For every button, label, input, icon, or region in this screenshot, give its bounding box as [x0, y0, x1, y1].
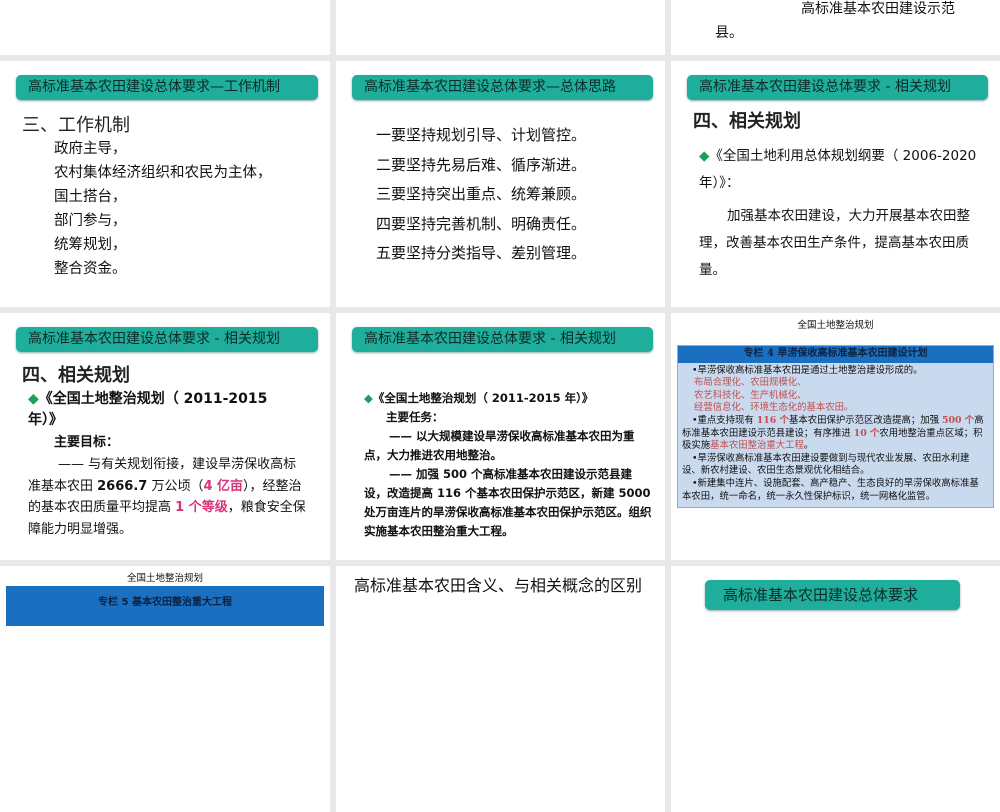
text: 万公顷（ [147, 478, 204, 494]
slide-title: 全国土地整治规划 [797, 320, 874, 331]
bullet: •旱涝保收高标准基本农田建设要做到与现代农业发展、农田水利建设、新农村建设、农田… [682, 452, 970, 477]
slide-title: 高标准基本农田含义、与相关概念的区别 [354, 576, 643, 595]
number: 500 个 [941, 414, 975, 426]
slide-body: 政府主导， 农村集体经济组织和农民为主体， 国土搭台， 部门参与， 统筹规划， … [54, 137, 272, 281]
line: 四要坚持完善机制、明确责任。 [376, 214, 587, 233]
slide-heading: 三、工作机制 [22, 115, 130, 136]
slide-title: 全国土地整治规划 [126, 573, 203, 584]
text: 。 [803, 440, 814, 452]
subheading: 主要目标： [54, 435, 120, 450]
number: 116 个 [756, 414, 789, 426]
highlight: 布局合理化、农田规模化、 [694, 377, 807, 389]
slide-header: 高标准基本农田建设总体要求 - 相关规划 [16, 327, 318, 352]
line: 整合资金。 [54, 261, 127, 277]
line: 统筹规划， [54, 237, 127, 253]
slide-text: 县。 [715, 25, 743, 41]
slide-text: 高标准基本农田建设示范 [801, 1, 955, 17]
slide-header: 高标准基本农田建设总体要求—总体思路 [352, 75, 653, 100]
diamond-bullet-icon: ◆ [699, 148, 710, 164]
slide-thumbnail-3[interactable]: 高标准基本农田建设示范 县。 [671, 0, 1000, 55]
line: 农村集体经济组织和农民为主体， [54, 165, 272, 181]
slide-thumbnail-9[interactable]: 全国土地整治规划 专栏 4 旱涝保收高标准基本农田建设计划 •旱涝保收高标准基本… [671, 313, 1000, 560]
bullet: •旱涝保收高标准基本农田是通过土地整治建设形成的。 [692, 364, 923, 376]
paragraph: —— 以大规模建设旱涝保收高标准基本农田为重点，大力推进农用地整治。 [364, 429, 635, 462]
highlight: 农艺科技化、生产机械化、 [694, 389, 807, 401]
text: •重点支持现有 [692, 414, 757, 426]
slide-thumbnail-11[interactable]: 高标准基本农田含义、与相关概念的区别 [336, 566, 665, 812]
diamond-bullet-icon: ◆ [364, 391, 373, 405]
box-title: 专栏 5 基本农田整治重大工程 [6, 586, 324, 626]
slide-thumbnail-5[interactable]: 高标准基本农田建设总体要求—总体思路 一要坚持规划引导、计划管控。 二要坚持先易… [336, 61, 665, 307]
line: 一要坚持规划引导、计划管控。 [376, 126, 587, 144]
slide-header: 高标准基本农田建设总体要求 - 相关规划 [687, 75, 988, 100]
slide-body: 一要坚持规划引导、计划管控。 二要坚持先易后难、循序渐进。 三要坚持突出重点、统… [376, 121, 586, 269]
plan-title-block: ◆《全国土地整治规划（ 2011-2015 年）》 [28, 389, 280, 431]
slide-body: ◆《全国土地整治规划（ 2011-2015 年）》 主要任务： —— 以大规模建… [364, 389, 653, 541]
number: 2666.7 [97, 478, 148, 494]
slide-heading: 四、相关规划 [22, 365, 130, 386]
paragraph: 加强基本农田建设，大力开展基本农田整理，改善基本农田生产条件，提高基本农田质量。 [699, 208, 970, 278]
slide-heading: 四、相关规划 [693, 111, 801, 132]
slide-body: ◆《全国土地利用总体规划纲要（ 2006-2020 年）》： 加强基本农田建设，… [699, 143, 990, 284]
slide-thumbnail-7[interactable]: 高标准基本农田建设总体要求 - 相关规划 四、相关规划 ◆《全国土地整治规划（ … [0, 313, 330, 560]
highlight: 1 个等级 [175, 500, 228, 515]
info-box: 专栏 4 旱涝保收高标准基本农田建设计划 •旱涝保收高标准基本农田是通过土地整治… [677, 345, 994, 509]
subheading: 主要任务： [386, 410, 444, 424]
slide-header: 高标准基本农田建设总体要求 [705, 580, 960, 610]
plan-title: 《全国土地整治规划（ 2011-2015 年）》 [28, 391, 268, 428]
slide-thumbnail-10[interactable]: 全国土地整治规划 专栏 5 基本农田整治重大工程 [0, 566, 330, 812]
slide-thumbnail-2[interactable] [336, 0, 665, 55]
line: 二要坚持先易后难、循序渐进。 [376, 155, 587, 174]
box-title: 专栏 4 旱涝保收高标准基本农田建设计划 [678, 346, 993, 363]
plan-title: 《全国土地整治规划（ 2011-2015 年）》 [372, 391, 594, 405]
bullet: •重点支持现有 116 个基本农田保护示范区改造提高；加强 500 个高标准基本… [682, 415, 987, 453]
slide-thumbnail-1[interactable] [0, 0, 330, 55]
slide-header: 高标准基本农田建设总体要求 - 相关规划 [352, 327, 653, 352]
diamond-bullet-icon: ◆ [28, 391, 39, 407]
highlight: 基本农田整治重大工程 [710, 440, 804, 452]
line: 三要坚持突出重点、统筹兼顾。 [376, 185, 587, 203]
text: 基本农田保护示范区改造提高；加强 [788, 414, 942, 426]
slide-header: 高标准基本农田建设总体要求—工作机制 [16, 75, 318, 100]
line: 国土搭台， [54, 189, 127, 205]
highlight: 4 亿亩 [203, 478, 244, 494]
number: 10 个 [853, 427, 880, 439]
paragraph: —— 与有关规划衔接，建设旱涝保收高标准基本农田 2666.7 万公顷（4 亿亩… [28, 454, 308, 540]
slide-thumbnail-6[interactable]: 高标准基本农田建设总体要求 - 相关规划 四、相关规划 ◆《全国土地利用总体规划… [671, 61, 1000, 307]
bullet: •新建集中连片、设施配套、高产稳产、生态良好的旱涝保收高标准基本农田，统一命名，… [682, 477, 979, 502]
line: 政府主导， [54, 141, 127, 157]
plan-title: 《全国土地利用总体规划纲要（ 2006-2020 年）》： [699, 148, 977, 191]
slide-thumbnail-8[interactable]: 高标准基本农田建设总体要求 - 相关规划 ◆《全国土地整治规划（ 2011-20… [336, 313, 665, 560]
slide-thumbnail-12[interactable]: 高标准基本农田建设总体要求 [671, 566, 1000, 812]
paragraph: —— 加强 500 个高标准基本农田建设示范县建设，改造提高 116 个基本农田… [364, 467, 652, 538]
highlight: 经营信息化、环境生态化的基本农田。 [694, 402, 854, 414]
line: 五要坚持分类指导、差别管理。 [376, 244, 587, 262]
line: 部门参与， [54, 213, 127, 229]
slide-thumbnail-4[interactable]: 高标准基本农田建设总体要求—工作机制 三、工作机制 政府主导， 农村集体经济组织… [0, 61, 330, 307]
